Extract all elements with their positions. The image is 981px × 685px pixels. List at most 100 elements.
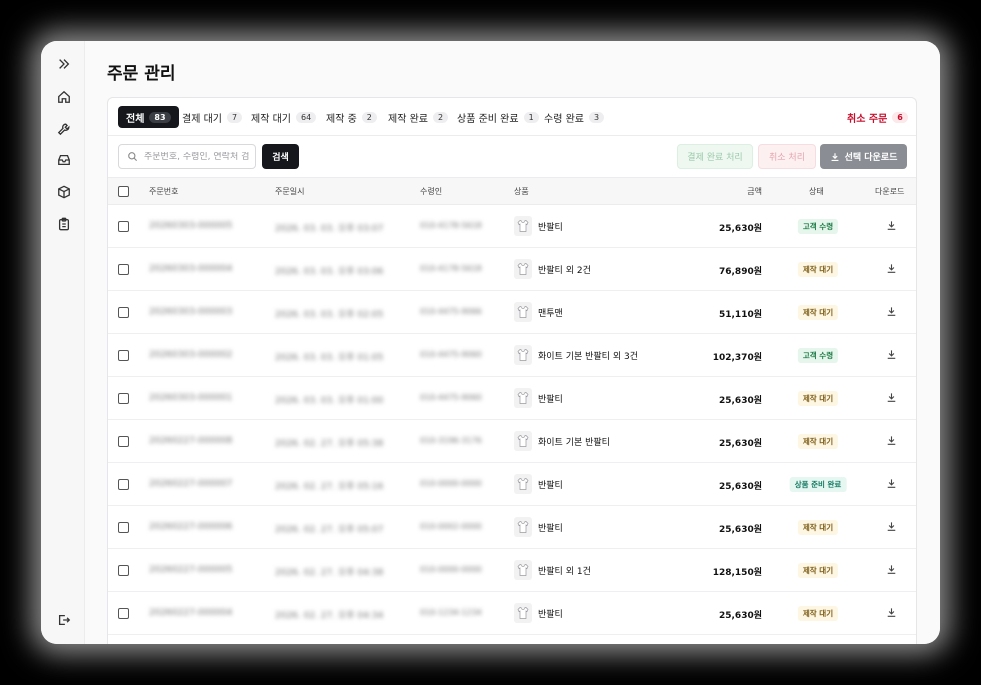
product-cell: 화이트 기본 반팔티 외 3건 bbox=[514, 344, 638, 366]
download-icon[interactable] bbox=[886, 263, 898, 275]
toolbar: 검색 결제 완료 처리 취소 처리 선택 다운로드 bbox=[108, 136, 916, 178]
table-row[interactable]: 20260303-000002 2026. 03. 03. 오후 01:05 010… bbox=[108, 334, 916, 377]
tab-count: 7 bbox=[226, 111, 243, 123]
order-date: 2026. 03. 03. 오후 01:05 bbox=[275, 353, 384, 363]
product-name: 반팔티 bbox=[538, 609, 563, 620]
download-icon[interactable] bbox=[886, 392, 898, 404]
page-title: 주문 관리 bbox=[107, 64, 176, 84]
order-number[interactable]: 20260227-000004 bbox=[149, 608, 232, 618]
tab-label: 수령 완료 bbox=[544, 113, 584, 125]
product-cell: 반팔티 bbox=[514, 387, 563, 409]
table-header: 주문번호 주문일시 수령인 상품 금액 상태 다운로드 bbox=[108, 178, 916, 205]
order-number[interactable]: 20260227-000007 bbox=[149, 479, 232, 489]
order-amount: 25,630원 bbox=[718, 224, 762, 234]
recipient-phone: 010-3196-3176 bbox=[420, 436, 482, 445]
download-icon[interactable] bbox=[886, 306, 898, 318]
inbox-icon[interactable] bbox=[53, 149, 75, 171]
product-name: 화이트 기본 반팔티 외 3건 bbox=[538, 351, 638, 362]
product-cell: 반팔티 bbox=[514, 473, 563, 495]
table-row[interactable]: 20260227-000006 2026. 02. 27. 오후 05:07 010… bbox=[108, 506, 916, 549]
home-icon[interactable] bbox=[53, 86, 75, 108]
row-checkbox[interactable] bbox=[118, 307, 129, 318]
order-number[interactable]: 20260227-000006 bbox=[149, 522, 232, 532]
logout-icon[interactable] bbox=[53, 609, 75, 631]
order-number[interactable]: 20260227-000008 bbox=[149, 436, 232, 446]
product-thumbnail bbox=[514, 474, 532, 494]
recipient-phone: 010-0000-0000 bbox=[420, 479, 482, 488]
order-number[interactable]: 20260303-000004 bbox=[149, 264, 232, 274]
product-cell: 반팔티 bbox=[514, 602, 563, 624]
order-number[interactable]: 20260303-000003 bbox=[149, 307, 232, 317]
recipient-phone: 010-1234-1234 bbox=[420, 608, 482, 617]
download-icon[interactable] bbox=[886, 349, 898, 361]
tab-payment-pending[interactable]: 결제 대기 7 bbox=[174, 106, 250, 128]
header-order-no: 주문번호 bbox=[149, 187, 179, 196]
order-number[interactable]: 20260303-000001 bbox=[149, 393, 232, 403]
tab-cancelled[interactable]: 취소 주문 6 bbox=[839, 106, 916, 128]
search-input[interactable] bbox=[144, 151, 254, 162]
order-number[interactable]: 20260303-000002 bbox=[149, 350, 232, 360]
tab-in-production[interactable]: 제작 중 2 bbox=[318, 106, 385, 128]
order-amount: 102,370원 bbox=[712, 353, 762, 363]
recipient-phone: 010-4178-5618 bbox=[420, 264, 482, 273]
row-checkbox[interactable] bbox=[118, 565, 129, 576]
row-checkbox[interactable] bbox=[118, 522, 129, 533]
download-icon[interactable] bbox=[886, 564, 898, 576]
order-number[interactable]: 20260303-000005 bbox=[149, 221, 232, 231]
product-thumbnail bbox=[514, 259, 532, 279]
tab-production-pending[interactable]: 제작 대기 64 bbox=[243, 106, 324, 128]
box-icon[interactable] bbox=[53, 181, 75, 203]
clipboard-icon[interactable] bbox=[53, 213, 75, 235]
table-row[interactable]: 20260227-000005 2026. 02. 27. 오후 04:38 010… bbox=[108, 549, 916, 592]
product-cell: 반팔티 bbox=[514, 516, 563, 538]
bulk-download-button[interactable]: 선택 다운로드 bbox=[820, 144, 907, 169]
download-icon[interactable] bbox=[886, 478, 898, 490]
tab-label: 상품 준비 완료 bbox=[457, 113, 519, 125]
product-cell: 반팔티 bbox=[514, 215, 563, 237]
table-row[interactable]: 20260303-000005 2026. 03. 03. 오후 03:07 010… bbox=[108, 205, 916, 248]
product-name: 반팔티 bbox=[538, 222, 563, 233]
wrench-icon[interactable] bbox=[53, 118, 75, 140]
table-row[interactable]: 20260303-000004 2026. 03. 03. 오후 03:06 010… bbox=[108, 248, 916, 291]
product-name: 맨투맨 bbox=[538, 308, 563, 319]
tab-ready[interactable]: 상품 준비 완료 1 bbox=[449, 106, 547, 128]
tab-label: 결제 대기 bbox=[182, 113, 222, 125]
recipient-phone: 010-0000-0000 bbox=[420, 565, 482, 574]
tab-production-done[interactable]: 제작 완료 2 bbox=[380, 106, 456, 128]
table-row[interactable]: 20260227-000008 2026. 02. 27. 오후 05:38 010… bbox=[108, 420, 916, 463]
row-checkbox[interactable] bbox=[118, 350, 129, 361]
header-download: 다운로드 bbox=[875, 187, 905, 196]
tab-received[interactable]: 수령 완료 3 bbox=[536, 106, 612, 128]
row-checkbox[interactable] bbox=[118, 393, 129, 404]
order-amount: 128,150원 bbox=[712, 568, 762, 578]
row-checkbox[interactable] bbox=[118, 264, 129, 275]
search-button[interactable]: 검색 bbox=[262, 144, 299, 169]
table-row[interactable]: 20260227-000004 2026. 02. 27. 오후 04:34 010… bbox=[108, 592, 916, 635]
tab-label: 제작 대기 bbox=[251, 113, 291, 125]
tab-all[interactable]: 전체 83 bbox=[118, 106, 179, 128]
status-badge: 제작 대기 bbox=[797, 262, 839, 277]
download-icon[interactable] bbox=[886, 435, 898, 447]
row-checkbox[interactable] bbox=[118, 436, 129, 447]
mark-paid-button[interactable]: 결제 완료 처리 bbox=[677, 144, 753, 169]
table-row[interactable]: 20260303-000003 2026. 03. 03. 오후 02:05 010… bbox=[108, 291, 916, 334]
table-row[interactable]: 20260227-000007 2026. 02. 27. 오후 05:16 010… bbox=[108, 463, 916, 506]
expand-icon[interactable] bbox=[53, 53, 75, 75]
status-badge: 제작 대기 bbox=[797, 434, 839, 449]
select-all-checkbox[interactable] bbox=[118, 186, 129, 197]
recipient-phone: 010-4475-9066 bbox=[420, 307, 482, 316]
row-checkbox[interactable] bbox=[118, 221, 129, 232]
tab-label: 제작 완료 bbox=[388, 113, 428, 125]
order-amount: 25,630원 bbox=[718, 611, 762, 621]
row-checkbox[interactable] bbox=[118, 479, 129, 490]
download-label: 선택 다운로드 bbox=[844, 153, 898, 163]
download-icon[interactable] bbox=[886, 220, 898, 232]
row-checkbox[interactable] bbox=[118, 608, 129, 619]
cancel-process-button[interactable]: 취소 처리 bbox=[758, 144, 816, 169]
download-icon[interactable] bbox=[886, 607, 898, 619]
download-icon[interactable] bbox=[886, 521, 898, 533]
order-date: 2026. 02. 27. 오후 04:34 bbox=[275, 611, 384, 621]
order-date: 2026. 03. 03. 오후 03:07 bbox=[275, 224, 384, 234]
order-number[interactable]: 20260227-000005 bbox=[149, 565, 232, 575]
table-row[interactable]: 20260303-000001 2026. 03. 03. 오후 01:00 010… bbox=[108, 377, 916, 420]
